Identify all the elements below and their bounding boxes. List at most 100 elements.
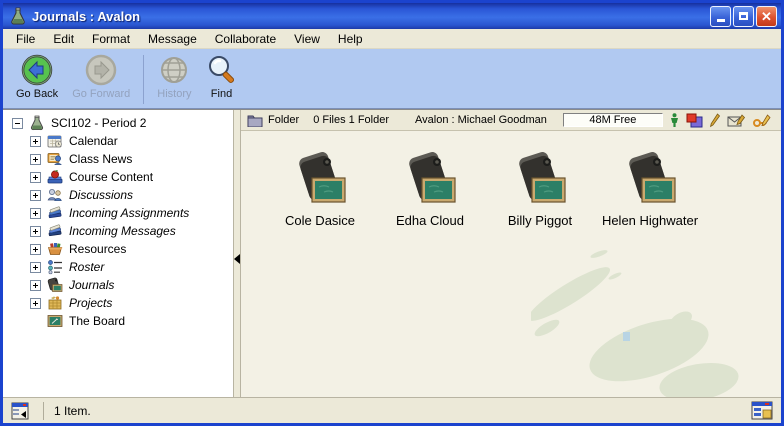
panel-toggle-icon[interactable] [11,402,31,420]
menu-help[interactable]: Help [329,30,372,48]
menu-file[interactable]: File [7,30,44,48]
tree-item-calendar[interactable]: Calendar [7,132,233,150]
news-icon [47,151,63,167]
tree-label-discussions[interactable]: Discussions [67,188,135,202]
free-space-label: 48M Free [589,114,636,126]
user-icon[interactable] [670,113,679,128]
maximize-icon [739,12,748,20]
tree-label-sci102[interactable]: SCI102 - Period 2 [49,116,148,130]
go-back-icon [21,54,53,86]
folder-icon [247,114,263,127]
tree-root-sci102[interactable]: SCI102 - Period 2 [7,114,233,132]
menu-collaborate[interactable]: Collaborate [206,30,285,48]
journal-name: Helen Highwater [602,213,698,228]
app-window: Journals : Avalon ✕ File Edit Format Mes… [0,0,784,426]
menu-edit[interactable]: Edit [44,30,83,48]
layers-icon[interactable] [686,113,703,128]
calendar-icon [47,133,63,149]
journal-edha-cloud[interactable]: Edha Cloud [375,151,485,228]
mail-edit-icon[interactable] [727,113,746,128]
journal-cole-dasice[interactable]: Cole Dasice [265,151,375,228]
menu-message[interactable]: Message [139,30,206,48]
collapse-panel-icon[interactable] [234,254,240,264]
close-button[interactable]: ✕ [756,6,777,27]
tree-item-discussions[interactable]: Discussions [7,186,233,204]
books-icon [47,223,63,239]
expand-expander[interactable] [30,262,41,273]
expand-expander[interactable] [30,244,41,255]
go-forward-icon [85,54,117,86]
find-icon [206,54,238,86]
key-edit-icon[interactable] [753,113,773,128]
tree-label-roster[interactable]: Roster [67,260,106,274]
folder-type-label: Folder [268,114,299,126]
minimize-button[interactable] [710,6,731,27]
apple-books-icon [47,169,63,185]
header-action-icons [670,113,775,128]
pencil-icon[interactable] [710,113,720,128]
expand-expander[interactable] [30,298,41,309]
tree-item-journals[interactable]: Journals [7,276,233,294]
go-forward-button[interactable]: Go Forward [65,51,137,108]
journal-helen-highwater[interactable]: Helen Highwater [595,151,705,228]
expand-expander[interactable] [30,280,41,291]
crate-icon [47,295,63,311]
tree-item-incoming-messages[interactable]: Incoming Messages [7,222,233,240]
tree-label-course-content[interactable]: Course Content [67,170,155,184]
expand-expander[interactable] [30,226,41,237]
tree-item-incoming-assignments[interactable]: Incoming Assignments [7,204,233,222]
minimize-icon [717,19,725,22]
menu-format[interactable]: Format [83,30,139,48]
chalkboard-icon [47,313,63,329]
tree-label-incoming-messages[interactable]: Incoming Messages [67,224,178,238]
journal-grid: Cole Dasice [241,131,781,228]
books-icon [47,205,63,221]
tree-label-journals[interactable]: Journals [67,278,116,292]
tree-label-projects[interactable]: Projects [67,296,114,310]
tree-label-the-board[interactable]: The Board [67,314,127,328]
free-space-indicator: 48M Free [563,113,663,127]
tree-label-calendar[interactable]: Calendar [67,134,120,148]
tree-label-incoming-assignments[interactable]: Incoming Assignments [67,206,191,220]
tree-item-roster[interactable]: Roster [7,258,233,276]
go-forward-label: Go Forward [72,88,130,100]
history-label: History [157,88,191,100]
expand-expander[interactable] [30,208,41,219]
menu-view[interactable]: View [285,30,329,48]
main-panel: Folder 0 Files 1 Folder Avalon : Michael… [241,110,781,397]
history-button[interactable]: History [150,51,198,108]
journal-billy-piggot[interactable]: Billy Piggot [485,151,595,228]
folder-info-bar: Folder 0 Files 1 Folder Avalon : Michael… [241,110,781,131]
expand-expander[interactable] [30,172,41,183]
tree-item-class-news[interactable]: Class News [7,150,233,168]
journal-book-icon [513,151,567,209]
folder-counts: 0 Files 1 Folder [313,114,389,126]
folder-contents: Cole Dasice [241,131,781,397]
tree-item-resources[interactable]: Resources [7,240,233,258]
go-back-label: Go Back [16,88,58,100]
tree-label-resources[interactable]: Resources [67,242,128,256]
expand-expander[interactable] [30,190,41,201]
panel-splitter[interactable] [233,110,241,397]
maximize-button[interactable] [733,6,754,27]
journal-name: Billy Piggot [508,213,572,228]
toolbar-separator [143,55,144,104]
menu-bar: File Edit Format Message Collaborate Vie… [3,29,781,49]
go-back-button[interactable]: Go Back [9,51,65,108]
expand-expander[interactable] [30,136,41,147]
journal-book-icon [403,151,457,209]
course-tree: SCI102 - Period 2 Calendar [3,110,233,397]
collapse-expander[interactable] [12,118,23,129]
journal-name: Cole Dasice [285,213,355,228]
find-label: Find [211,88,232,100]
layout-icon[interactable] [751,401,773,420]
find-button[interactable]: Find [199,51,245,108]
tree-item-the-board[interactable]: The Board [7,312,233,330]
people-icon [47,187,63,203]
expand-expander[interactable] [30,154,41,165]
tree-item-course-content[interactable]: Course Content [7,168,233,186]
journal-name: Edha Cloud [396,213,464,228]
tree-item-projects[interactable]: Projects [7,294,233,312]
tree-label-class-news[interactable]: Class News [67,152,134,166]
window-title: Journals : Avalon [32,9,708,24]
